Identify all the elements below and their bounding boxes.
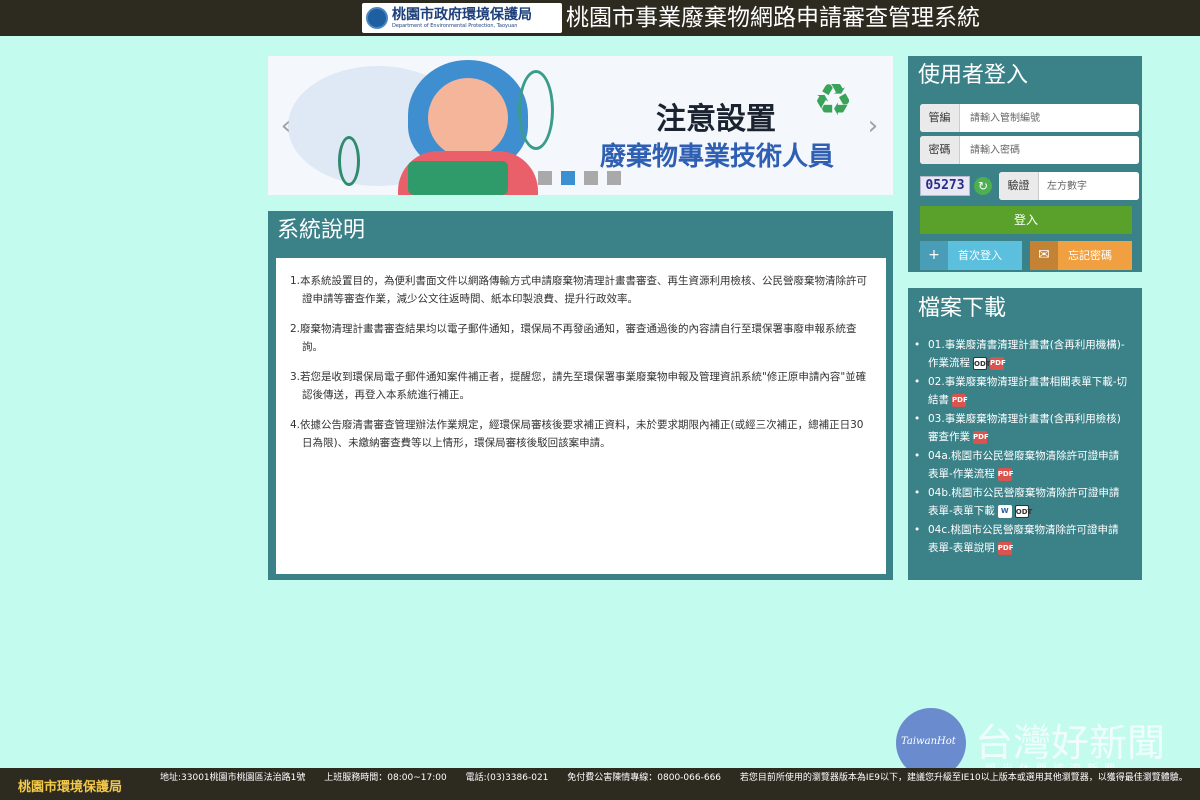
download-item: 01.事業廢清書清理計畫書(含再利用機構)-作業流程ODTPDF xyxy=(914,336,1128,372)
agency-logo-text: 桃園市政府環境保護局 Department of Environmental P… xyxy=(392,8,532,29)
footer-phone: 電話:(03)3386-021 xyxy=(465,773,549,783)
banner-headline: 注意設置 xyxy=(656,102,776,137)
top-header-bar: 桃園市政府環境保護局 Department of Environmental P… xyxy=(0,0,1200,36)
leaf-illustration xyxy=(338,136,360,186)
watermark-text: 台灣好新聞 xyxy=(975,721,1166,765)
footer-address: 地址:33001桃園市桃園區法治路1號 xyxy=(160,773,306,783)
file-download-title: 檔案下載 xyxy=(918,296,1007,321)
login-button[interactable]: 登入 xyxy=(920,206,1132,234)
footer-hotline: 免付費公害陳情專線：0800-066-666 xyxy=(567,773,722,783)
password-input[interactable] xyxy=(960,136,1139,164)
chevron-right-icon[interactable]: › xyxy=(863,111,883,141)
password-label: 密碼 xyxy=(920,136,960,164)
download-list: 01.事業廢清書清理計畫書(含再利用機構)-作業流程ODTPDF 02.事業廢棄… xyxy=(914,336,1128,558)
banner-carousel[interactable]: 注意設置 ♻ 廢棄物專業技術人員 ‹ › xyxy=(268,56,893,195)
odt-icon[interactable]: ODT xyxy=(973,356,991,370)
system-description-body: 1.本系統設置目的，為便利書面文件以網路傳輸方式申請廢棄物清理計畫書審查、再生資… xyxy=(276,258,886,574)
agency-emblem-icon xyxy=(366,7,388,29)
leaf-illustration xyxy=(518,70,554,150)
agency-logo[interactable]: 桃園市政府環境保護局 Department of Environmental P… xyxy=(362,3,562,33)
download-link[interactable]: 04c.桃園市公民營廢棄物清除許可證申請表單-表單說明 xyxy=(928,524,1118,554)
account-input[interactable] xyxy=(960,104,1139,132)
captcha-image: 05273 xyxy=(920,176,970,196)
add-user-icon: + xyxy=(920,241,948,270)
download-item: 04a.桃園市公民營廢棄物清除許可證申請表單-作業流程PDF xyxy=(914,447,1128,483)
footer-org-name: 桃園市環境保護局 xyxy=(18,780,123,795)
file-download-panel: 檔案下載 01.事業廢清書清理計畫書(含再利用機構)-作業流程ODTPDF 02… xyxy=(908,288,1142,580)
envelope-icon: ✉ xyxy=(1030,241,1058,270)
carousel-dot[interactable] xyxy=(607,171,621,185)
footer-info: 地址:33001桃園市桃園區法治路1號 上班服務時間：08:00~17:00 電… xyxy=(160,770,1200,783)
banner-subheadline: 廢棄物專業技術人員 xyxy=(600,142,835,172)
system-description-title: 系統說明 xyxy=(277,218,366,243)
password-field: 密碼 xyxy=(920,136,1139,164)
system-description-panel: 系統說明 1.本系統設置目的，為便利書面文件以網路傳輸方式申請廢棄物清理計畫書審… xyxy=(268,211,893,580)
pdf-icon[interactable]: PDF xyxy=(973,430,989,444)
download-item: 04c.桃園市公民營廢棄物清除許可證申請表單-表單說明PDF xyxy=(914,521,1128,557)
carousel-indicators xyxy=(538,171,621,185)
footer-hours: 上班服務時間：08:00~17:00 xyxy=(324,773,447,783)
captcha-field: 驗證 xyxy=(999,172,1139,200)
download-item: 02.事業廢棄物清理計畫書相關表單下載-切結書PDF xyxy=(914,373,1128,409)
footer-browser-notice: 若您目前所使用的瀏覽器版本為IE9以下，建議您升級至IE10以上版本或選用其他瀏… xyxy=(739,773,1188,783)
pdf-icon[interactable]: PDF xyxy=(952,393,968,407)
description-item: 2.廢棄物清理計畫書審查結果均以電子郵件通知，環保局不再發函通知，審查通過後的內… xyxy=(290,323,857,353)
page-footer: 桃園市環境保護局 地址:33001桃園市桃園區法治路1號 上班服務時間：08:0… xyxy=(0,768,1200,800)
watermark-small-text: TaiwanHot xyxy=(901,736,956,747)
forgot-password-label: 忘記密碼 xyxy=(1068,249,1112,262)
download-link[interactable]: 04a.桃園市公民營廢棄物清除許可證申請表單-作業流程 xyxy=(928,450,1119,480)
captcha-input[interactable] xyxy=(1039,172,1139,200)
first-login-button[interactable]: + 首次登入 xyxy=(920,241,1022,270)
captcha-label: 驗證 xyxy=(999,172,1039,200)
refresh-captcha-icon[interactable]: ↻ xyxy=(974,177,992,195)
login-panel: 使用者登入 管編 密碼 05273 ↻ 驗證 登入 + 首次登入 ✉ 忘記密碼 xyxy=(908,56,1142,272)
pdf-icon[interactable]: PDF xyxy=(997,541,1014,555)
account-field: 管編 xyxy=(920,104,1139,132)
recycle-icon: ♻ xyxy=(813,75,853,126)
pdf-icon[interactable]: PDF xyxy=(990,356,1006,370)
agency-name-en: Department of Environmental Protection, … xyxy=(392,22,518,29)
system-title: 桃園市事業廢棄物網路申請審查管理系統 xyxy=(566,5,980,31)
girl-face-illustration xyxy=(428,78,508,158)
download-link[interactable]: 03.事業廢棄物清理計畫書(含再利用檢核)審查作業 xyxy=(928,413,1121,443)
pdf-icon[interactable]: PDF xyxy=(997,467,1014,481)
carousel-dot[interactable] xyxy=(584,171,598,185)
login-title: 使用者登入 xyxy=(918,63,1029,88)
forgot-password-button[interactable]: ✉ 忘記密碼 xyxy=(1030,241,1132,270)
carousel-dot-active[interactable] xyxy=(561,171,575,185)
agency-name: 桃園市政府環境保護局 xyxy=(392,6,532,23)
description-item: 4.依據公告廢清書審查管理辦法作業規定，經環保局審核後要求補正資料，未於要求期限… xyxy=(290,419,864,449)
description-item: 3.若您是收到環保局電子郵件通知案件補正者，提醒您，請先至環保署事業廢棄物申報及… xyxy=(290,371,867,401)
word-doc-icon[interactable]: W xyxy=(997,504,1012,518)
chevron-left-icon[interactable]: ‹ xyxy=(276,111,296,141)
download-item: 04b.桃園市公民營廢棄物清除許可證申請表單-表單下載WODT xyxy=(914,484,1128,520)
first-login-label: 首次登入 xyxy=(958,249,1002,262)
recycling-basket-illustration xyxy=(408,161,508,195)
odt-icon[interactable]: ODT xyxy=(1014,504,1032,518)
account-label: 管編 xyxy=(920,104,960,132)
download-link[interactable]: 01.事業廢清書清理計畫書(含再利用機構)-作業流程 xyxy=(928,339,1125,369)
description-item: 1.本系統設置目的，為便利書面文件以網路傳輸方式申請廢棄物清理計畫書審查、再生資… xyxy=(290,275,868,305)
carousel-dot[interactable] xyxy=(538,171,552,185)
download-item: 03.事業廢棄物清理計畫書(含再利用檢核)審查作業PDF xyxy=(914,410,1128,446)
